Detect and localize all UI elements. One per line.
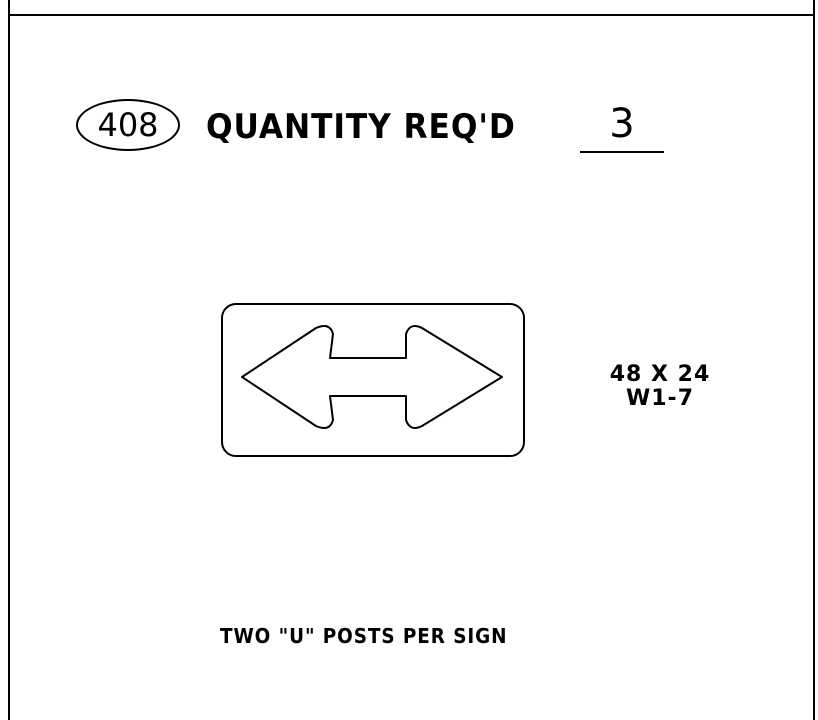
quantity-underline	[580, 151, 664, 153]
double-headed-arrow-icon	[241, 325, 503, 429]
quantity-value: 3	[609, 101, 635, 147]
item-number-circle: 408	[76, 99, 180, 151]
sign-border	[221, 303, 525, 457]
quantity-label: QUANTITY REQ'D	[206, 107, 516, 147]
sign-size: 48 X 24	[609, 362, 711, 387]
sign-code: W1-7	[625, 386, 694, 411]
frame-right-border	[813, 0, 815, 720]
item-number: 408	[97, 106, 159, 144]
sign-specs: 48 X 24 W1-7	[560, 363, 760, 411]
frame-left-border	[8, 0, 10, 720]
sign-panel	[221, 303, 525, 457]
post-note: TWO "U" POSTS PER SIGN	[220, 624, 508, 648]
frame-top-border	[8, 14, 815, 16]
sign-detail-sheet: 408 QUANTITY REQ'D 3 48 X 24 W1-7 TWO "U…	[0, 0, 818, 720]
